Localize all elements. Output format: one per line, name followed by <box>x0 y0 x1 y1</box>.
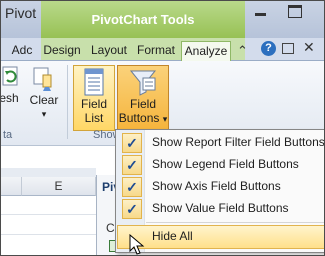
refresh-button[interactable]: esh <box>0 65 23 115</box>
clear-dropdown-arrow: ▾ <box>41 109 47 119</box>
menu-divider <box>146 222 324 223</box>
group-separator <box>67 65 68 139</box>
menu-item-label: Hide All <box>152 229 193 243</box>
tab-add-ins[interactable]: Adc <box>7 41 37 60</box>
field-list-button[interactable]: Field List <box>73 65 115 131</box>
check-icon: ✓ <box>122 155 142 175</box>
clear-button[interactable]: Clear ▾ <box>27 65 61 131</box>
minimize-ribbon-icon[interactable]: ⌃ <box>237 43 248 59</box>
field-buttons-label-2: Buttons ▾ <box>118 111 168 126</box>
refresh-icon <box>2 66 18 86</box>
row-gridline <box>1 214 96 215</box>
field-buttons-label-text: Buttons <box>118 111 160 125</box>
check-icon: ✓ <box>122 133 142 153</box>
row-gridline <box>1 234 96 235</box>
menu-item-show-report-filter-field-buttons[interactable]: ✓ Show Report Filter Field Buttons <box>118 132 324 154</box>
menu-item-show-legend-field-buttons[interactable]: ✓ Show Legend Field Buttons <box>118 154 324 176</box>
ribbon-tab-row: Adc Design Layout Format Analyze ⌃ ? ✕ <box>1 38 324 61</box>
tab-analyze[interactable]: Analyze <box>181 41 231 61</box>
field-buttons-dropdown-arrow: ▾ <box>162 114 168 124</box>
column-header-e[interactable]: E <box>22 177 96 196</box>
field-list-icon <box>84 68 104 96</box>
menu-item-label: Show Report Filter Field Buttons <box>152 135 325 149</box>
check-icon: ✓ <box>122 177 142 197</box>
restore-button[interactable] <box>280 1 310 21</box>
menu-item-label: Show Legend Field Buttons <box>152 157 299 171</box>
refresh-label: esh <box>0 91 19 105</box>
minimize-button[interactable] <box>245 1 275 21</box>
tab-layout[interactable]: Layout <box>87 41 131 60</box>
window-restore-icon[interactable] <box>282 43 294 54</box>
field-buttons-label-1: Field <box>129 97 156 111</box>
menu-item-show-value-field-buttons[interactable]: ✓ Show Value Field Buttons <box>118 198 324 220</box>
menu-item-hide-all[interactable]: Hide All <box>117 225 324 249</box>
pivotchart-tools-header: PivotChart Tools <box>41 1 245 38</box>
tab-design[interactable]: Design <box>41 41 83 60</box>
mouse-pointer-icon <box>129 234 145 255</box>
help-icon[interactable]: ? <box>261 41 276 56</box>
minimize-icon <box>255 13 266 16</box>
restore-icon <box>288 5 302 18</box>
field-buttons-button[interactable]: Field Buttons ▾ <box>117 65 169 131</box>
clear-icon <box>33 67 52 91</box>
pivotchart-tools-label: PivotChart Tools <box>91 12 195 27</box>
excel-window: Pivot Filt... PivotChart Tools Adc Desig… <box>0 0 325 256</box>
close-icon[interactable]: ✕ <box>303 39 315 56</box>
menu-item-label: Show Axis Field Buttons <box>152 179 281 193</box>
title-bar: Pivot Filt... PivotChart Tools <box>1 1 324 38</box>
field-list-label-2: List <box>84 111 104 125</box>
menu-item-show-axis-field-buttons[interactable]: ✓ Show Axis Field Buttons <box>118 176 324 198</box>
menu-item-label: Show Value Field Buttons <box>152 201 289 215</box>
tab-format[interactable]: Format <box>133 41 179 60</box>
check-icon: ✓ <box>122 199 142 219</box>
data-group-label: ta <box>3 129 13 141</box>
field-buttons-icon <box>129 70 157 96</box>
field-list-label-1: Field <box>80 97 107 111</box>
column-header-d[interactable] <box>1 177 22 196</box>
clear-label: Clear <box>29 93 59 107</box>
